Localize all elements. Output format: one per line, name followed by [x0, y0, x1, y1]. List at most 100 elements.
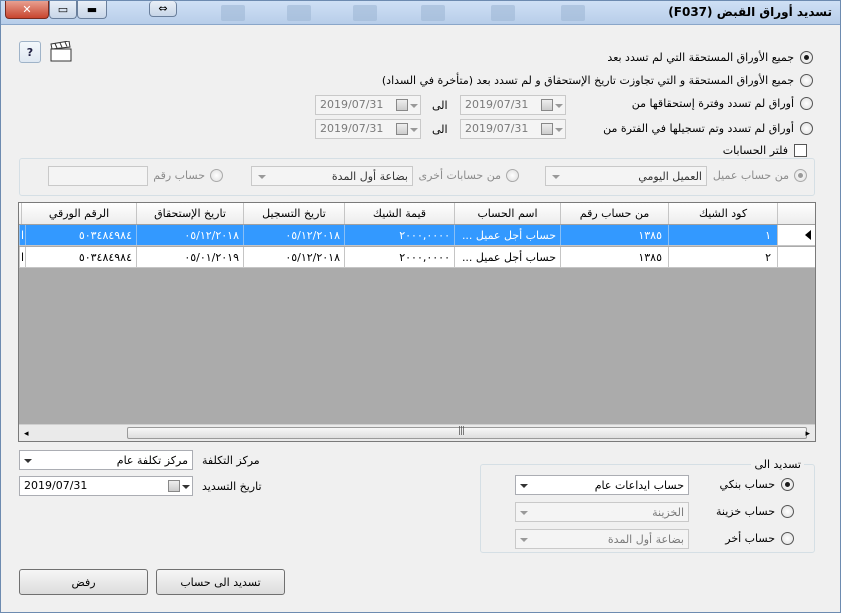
cell-reg-date[interactable]: ٠٥/١٢/٢٠١٨	[243, 225, 344, 245]
other-account-select[interactable]: بضاعة أول المدة	[251, 166, 413, 186]
title-deco-icon	[561, 5, 585, 21]
pay-bank-option[interactable]: حساب بنكي	[720, 478, 794, 491]
cell-account-name[interactable]: حساب أجل عميل ...	[454, 247, 560, 267]
title-bar: ✕ ▭ ▬ ⇔ تسديد أوراق القبض (F037)	[1, 1, 840, 25]
cell-check-amount[interactable]: ٢٠٠٠,٠٠٠٠	[344, 225, 454, 245]
radio-due-period[interactable]	[800, 97, 813, 110]
reg-from-date[interactable]: 2019/07/31	[460, 119, 566, 139]
col-header-check-code[interactable]: كود الشيك	[668, 203, 777, 224]
horizontal-scrollbar[interactable]: ◂ ||| ▸	[19, 424, 815, 441]
cell-account-name[interactable]: حساب أجل عميل ...	[454, 225, 560, 245]
option-overdue[interactable]: جميع الأوراق المستحقة و التي تجاوزت تاري…	[382, 74, 813, 87]
reject-button[interactable]: رفض	[19, 569, 148, 595]
col-header-from-account[interactable]: من حساب رقم	[560, 203, 668, 224]
col-header-due-date[interactable]: تاريخ الإستحقاق	[136, 203, 243, 224]
cell-extra[interactable]: ا	[19, 225, 25, 245]
maximize-icon: ▭	[57, 3, 69, 16]
cell-paper-no[interactable]: ٥٠٣٤٨٤٩٨٤	[25, 225, 136, 245]
cell-check-amount[interactable]: ٢٠٠٠,٠٠٠٠	[344, 247, 454, 267]
radio-other-accounts[interactable]	[506, 169, 519, 182]
grid-header: كود الشيك من حساب رقم اسم الحساب قيمة ال…	[19, 203, 815, 225]
pay-to-group-title: تسديد الى	[751, 458, 804, 471]
bank-account-select[interactable]: حساب ايداعات عام	[515, 475, 689, 495]
col-header-paper-no[interactable]: الرقم الورقي	[21, 203, 136, 224]
radio-treasury-account[interactable]	[781, 505, 794, 518]
chevron-down-icon	[258, 175, 266, 179]
calendar-icon	[396, 99, 408, 111]
accounts-filter-checkbox[interactable]	[794, 144, 807, 157]
row-indicator[interactable]	[777, 225, 815, 245]
cell-due-date[interactable]: ٠٥/١٢/٢٠١٨	[136, 225, 243, 245]
scroll-left-icon[interactable]: ◂	[24, 429, 29, 439]
calendar-icon	[541, 99, 553, 111]
chevron-down-icon	[410, 128, 418, 132]
other-pay-account-select[interactable]: بضاعة أول المدة	[515, 529, 689, 549]
due-from-date[interactable]: 2019/07/31	[460, 95, 566, 115]
treasury-account-select[interactable]: الخزينة	[515, 502, 689, 522]
close-icon: ✕	[22, 3, 32, 16]
cell-from-account[interactable]: ١٣٨٥	[560, 225, 668, 245]
radio-bank-account[interactable]	[781, 478, 794, 491]
pay-treasury-option[interactable]: حساب خزينة	[716, 505, 794, 518]
restore-button[interactable]: ⇔	[149, 1, 177, 17]
accounts-filter-toggle[interactable]: فلتر الحسابات	[723, 144, 807, 157]
cell-reg-date[interactable]: ٠٥/١٢/٢٠١٨	[243, 247, 344, 267]
radio-all-due[interactable]	[800, 51, 813, 64]
table-row[interactable]: ١ ١٣٨٥ حساب أجل عميل ... ٢٠٠٠,٠٠٠٠ ٠٥/١٢…	[19, 225, 815, 246]
cell-check-code[interactable]: ١	[668, 225, 777, 245]
col-header-check-amount[interactable]: قيمة الشيك	[344, 203, 454, 224]
cell-paper-no[interactable]: ٥٠٣٤٨٤٩٨٤	[25, 247, 136, 267]
row-indicator[interactable]	[777, 247, 815, 267]
help-icon: ?	[26, 45, 34, 59]
main-window: ✕ ▭ ▬ ⇔ تسديد أوراق القبض (F037) ? جميع …	[0, 0, 841, 613]
customer-account-select[interactable]: العميل اليومي	[545, 166, 707, 186]
minimize-button[interactable]: ▬	[77, 1, 107, 19]
account-number-input[interactable]	[48, 166, 148, 186]
cost-center-label: مركز التكلفة	[202, 454, 260, 467]
filter-other-option[interactable]: من حسابات أخرى	[418, 169, 519, 182]
radio-other-account[interactable]	[781, 532, 794, 545]
cell-from-account[interactable]: ١٣٨٥	[560, 247, 668, 267]
option-registered-period[interactable]: أوراق لم تسدد وتم تسجيلها في الفترة من	[603, 122, 813, 135]
to-label: الى	[432, 123, 448, 136]
grip-icon: |||	[458, 426, 465, 436]
cell-extra[interactable]: ا	[19, 247, 25, 267]
payment-date-picker[interactable]: 2019/07/31	[19, 476, 193, 496]
resize-arrows-icon: ⇔	[158, 2, 168, 15]
filter-account-no-option[interactable]: حساب رقم	[153, 169, 223, 182]
due-to-date[interactable]: 2019/07/31	[315, 95, 421, 115]
option-all-due[interactable]: جميع الأوراق المستحقة التي لم تسدد بعد	[607, 51, 813, 64]
reg-to-date[interactable]: 2019/07/31	[315, 119, 421, 139]
calendar-icon	[541, 123, 553, 135]
chevron-down-icon	[410, 104, 418, 108]
table-row[interactable]: ٢ ١٣٨٥ حساب أجل عميل ... ٢٠٠٠,٠٠٠٠ ٠٥/١٢…	[19, 247, 815, 268]
maximize-button[interactable]: ▭	[49, 1, 77, 19]
radio-registered-period[interactable]	[800, 122, 813, 135]
col-header-account-name[interactable]: اسم الحساب	[454, 203, 560, 224]
option-due-period[interactable]: أوراق لم تسدد وفترة إستحقاقها من	[632, 97, 813, 110]
filter-customer-option[interactable]: من حساب عميل	[713, 169, 807, 182]
scrollbar-thumb[interactable]: |||	[127, 426, 807, 439]
checks-grid: كود الشيك من حساب رقم اسم الحساب قيمة ال…	[18, 202, 816, 442]
chevron-down-icon	[552, 175, 560, 179]
col-header-reg-date[interactable]: تاريخ التسجيل	[243, 203, 344, 224]
cost-center-select[interactable]: مركز تكلفة عام	[19, 450, 193, 470]
cell-check-code[interactable]: ٢	[668, 247, 777, 267]
pay-to-account-button[interactable]: تسديد الى حساب	[156, 569, 285, 595]
minimize-icon: ▬	[86, 3, 98, 16]
chevron-down-icon	[555, 128, 563, 132]
title-deco-icon	[221, 5, 245, 21]
radio-overdue[interactable]	[800, 74, 813, 87]
chevron-down-icon	[24, 459, 32, 463]
title-deco-icon	[421, 5, 445, 21]
chevron-down-icon	[182, 485, 190, 489]
chevron-down-icon	[520, 484, 528, 488]
help-button[interactable]: ?	[19, 41, 41, 63]
cell-due-date[interactable]: ٠٥/٠١/٢٠١٩	[136, 247, 243, 267]
radio-account-number[interactable]	[210, 169, 223, 182]
close-button[interactable]: ✕	[5, 1, 49, 19]
pay-other-option[interactable]: حساب أخر	[725, 532, 794, 545]
video-tutorial-icon[interactable]	[49, 40, 73, 63]
scroll-right-icon[interactable]: ▸	[805, 429, 810, 439]
radio-customer-account[interactable]	[794, 169, 807, 182]
